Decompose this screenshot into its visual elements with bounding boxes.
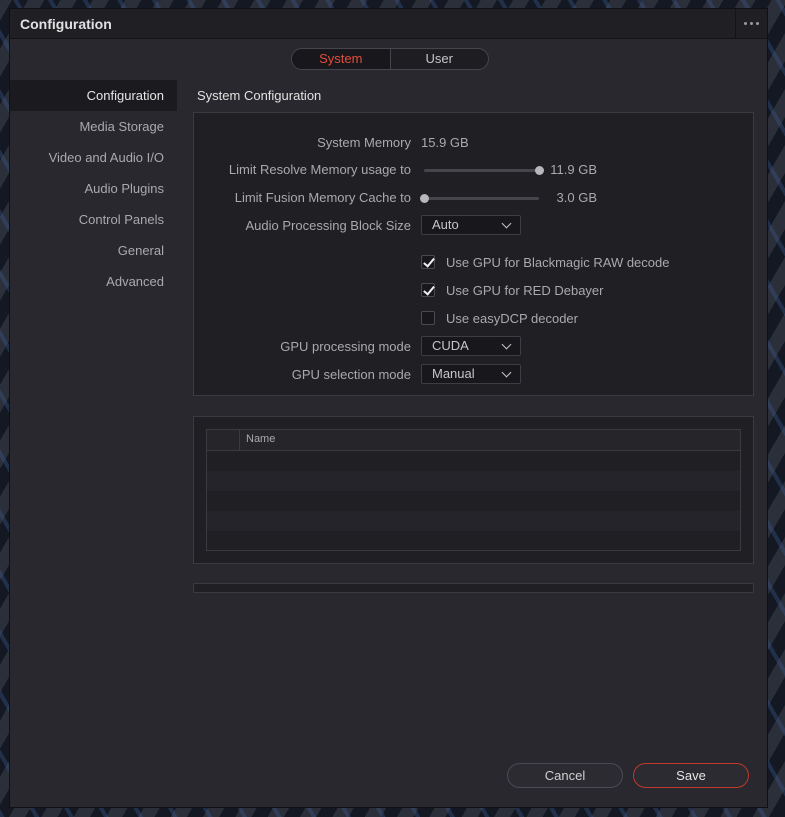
resolve-memory-label: Limit Resolve Memory usage to: [228, 162, 411, 177]
audio-block-label: Audio Processing Block Size: [245, 218, 411, 233]
table-row: [207, 491, 740, 511]
fusion-cache-label: Limit Fusion Memory Cache to: [234, 190, 411, 205]
fusion-cache-value: 3.0 GB: [556, 190, 597, 205]
window-title: Configuration: [20, 16, 112, 32]
gpu-selection-selected: Manual: [432, 366, 475, 381]
gpu-list-panel: Name: [193, 416, 754, 564]
gpu-braw-checkbox[interactable]: [421, 255, 435, 269]
more-options-icon[interactable]: [735, 9, 767, 38]
sidebar-item-video-audio-io[interactable]: Video and Audio I/O: [10, 142, 177, 173]
sidebar-item-audio-plugins[interactable]: Audio Plugins: [10, 173, 177, 204]
system-memory-label: System Memory: [317, 135, 411, 150]
gpu-red-row[interactable]: Use GPU for RED Debayer: [421, 282, 604, 298]
cancel-button[interactable]: Cancel: [507, 763, 623, 788]
fusion-cache-slider-thumb[interactable]: [420, 194, 429, 203]
sidebar-item-control-panels[interactable]: Control Panels: [10, 204, 177, 235]
save-button[interactable]: Save: [633, 763, 749, 788]
table-row: [207, 531, 740, 551]
column-divider[interactable]: [239, 430, 240, 450]
sidebar-item-advanced[interactable]: Advanced: [10, 266, 177, 297]
tab-system[interactable]: System: [292, 49, 391, 69]
gpu-table[interactable]: Name: [206, 429, 741, 551]
gpu-selection-dropdown[interactable]: Manual: [421, 364, 521, 384]
tab-user[interactable]: User: [391, 49, 489, 69]
table-row: [207, 511, 740, 531]
table-row: [207, 471, 740, 491]
configuration-window: Configuration System User Configuration …: [9, 8, 768, 808]
sidebar: Configuration Media Storage Video and Au…: [10, 80, 177, 297]
gpu-processing-selected: CUDA: [432, 338, 469, 353]
audio-block-selected: Auto: [432, 217, 459, 232]
chevron-down-icon: [501, 218, 512, 229]
column-header-name[interactable]: Name: [246, 433, 275, 445]
gpu-braw-row[interactable]: Use GPU for Blackmagic RAW decode: [421, 254, 669, 270]
resolve-memory-value: 11.9 GB: [550, 162, 597, 177]
sidebar-item-media-storage[interactable]: Media Storage: [10, 111, 177, 142]
table-row: [207, 451, 740, 471]
horizontal-scrollbar[interactable]: [193, 583, 754, 593]
system-user-toggle: System User: [291, 48, 489, 70]
sidebar-item-configuration[interactable]: Configuration: [10, 80, 177, 111]
easydcp-label: Use easyDCP decoder: [446, 310, 578, 326]
table-header: Name: [207, 430, 740, 451]
gpu-processing-label: GPU processing mode: [280, 339, 411, 354]
section-title: System Configuration: [197, 88, 322, 103]
gpu-braw-label: Use GPU for Blackmagic RAW decode: [446, 254, 670, 270]
easydcp-checkbox[interactable]: [421, 311, 435, 325]
chevron-down-icon: [501, 367, 512, 378]
resolve-memory-slider[interactable]: [424, 166, 544, 175]
system-config-panel: System Memory 15.9 GB Limit Resolve Memo…: [193, 112, 754, 396]
title-bar: Configuration: [10, 9, 767, 39]
easydcp-row[interactable]: Use easyDCP decoder: [421, 310, 578, 326]
gpu-processing-dropdown[interactable]: CUDA: [421, 336, 521, 356]
gpu-red-checkbox[interactable]: [421, 283, 435, 297]
system-memory-value: 15.9 GB: [421, 135, 469, 150]
audio-block-dropdown[interactable]: Auto: [421, 215, 521, 235]
sidebar-item-general[interactable]: General: [10, 235, 177, 266]
gpu-selection-label: GPU selection mode: [291, 367, 411, 382]
fusion-cache-slider[interactable]: [420, 194, 539, 203]
gpu-red-label: Use GPU for RED Debayer: [446, 282, 604, 298]
chevron-down-icon: [501, 339, 512, 350]
